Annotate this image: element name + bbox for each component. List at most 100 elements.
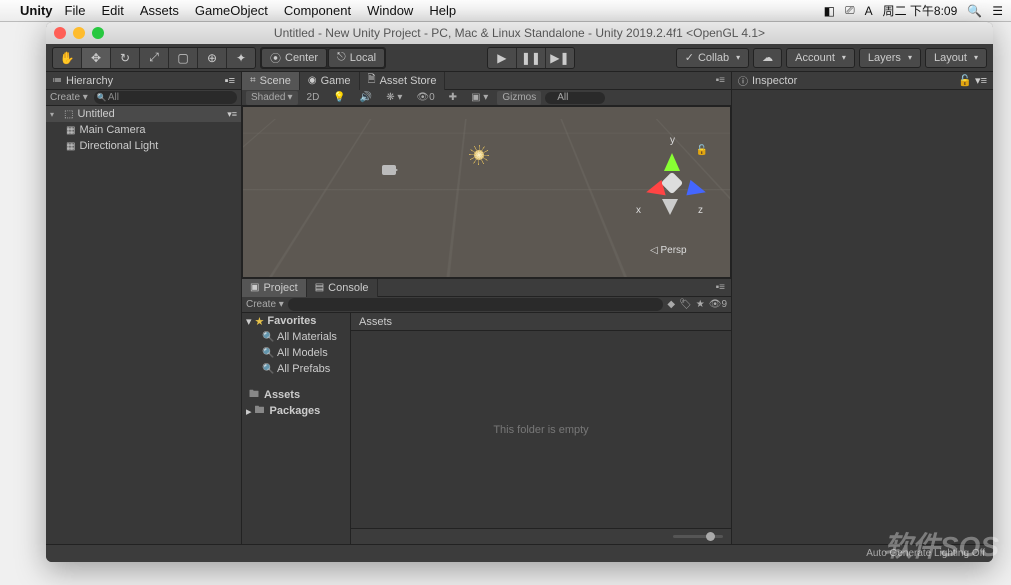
lock-icon[interactable]: 🔓 ▾≡ xyxy=(958,74,987,87)
favorite-icon[interactable]: ★ xyxy=(696,299,705,310)
scale-tool[interactable]: ⤢ xyxy=(140,48,168,68)
scene-row[interactable]: ▾ ⬚ Untitled ▾≡ xyxy=(46,106,241,122)
rotate-tool[interactable]: ↻ xyxy=(111,48,139,68)
directional-light-gizmo[interactable] xyxy=(471,147,487,163)
scene-viewport[interactable]: y x z 🔓 ◁ Persp xyxy=(242,106,731,278)
hand-tool[interactable]: ✋ xyxy=(53,48,81,68)
menu-icon[interactable]: ☰ xyxy=(992,4,1003,18)
fx-toggle[interactable]: ❋ ▾ xyxy=(381,91,407,105)
clock[interactable]: 周二 下午8:09 xyxy=(883,2,958,19)
audio-toggle[interactable]: 🔊 xyxy=(355,91,377,105)
project-tabrow: ▣Project ▤Console ▪≡ xyxy=(242,279,731,297)
assetstore-icon: 🗎 xyxy=(368,72,376,89)
inspector-header[interactable]: ⓘ Inspector 🔓 ▾≡ xyxy=(732,72,993,90)
camera-icon[interactable]: ▣ ▾ xyxy=(466,91,493,105)
favorite-item[interactable]: 🔍All Materials xyxy=(242,329,350,345)
thumbnail-size-slider[interactable] xyxy=(673,535,723,538)
favorite-item[interactable]: 🔍All Models xyxy=(242,345,350,361)
assets-breadcrumb[interactable]: Assets xyxy=(351,313,731,331)
pause-button[interactable]: ❚❚ xyxy=(517,48,545,68)
hierarchy-item[interactable]: ▦ Directional Light xyxy=(46,138,241,154)
gizmo-lock-icon[interactable]: 🔓 xyxy=(696,145,708,156)
window-titlebar[interactable]: Untitled - New Unity Project - PC, Mac &… xyxy=(46,22,993,44)
menu-component[interactable]: Component xyxy=(284,3,351,18)
tab-game[interactable]: ◉Game xyxy=(300,72,360,90)
gizmo-persp-label[interactable]: ◁ Persp xyxy=(650,245,687,256)
camera-gizmo[interactable] xyxy=(382,165,396,175)
display-icon[interactable]: ⎚ xyxy=(845,3,855,18)
search-icon: 🔍 xyxy=(262,348,274,359)
hierarchy-create-dropdown[interactable]: Create ▾ xyxy=(50,92,88,103)
menu-window[interactable]: Window xyxy=(367,3,413,18)
spotlight-icon[interactable]: 🔍 xyxy=(967,4,982,18)
lighting-toggle[interactable]: 💡 xyxy=(328,91,350,105)
unity-toolbar: ✋ ✥ ↻ ⤢ ▢ ⊕ ✦ ⦿ Center ⎋ Local ▶ ❚❚ ▶❚ ✓… xyxy=(46,44,993,72)
menu-gameobject[interactable]: GameObject xyxy=(195,3,268,18)
collab-dropdown[interactable]: ✓ Collab xyxy=(676,48,749,68)
scene-controlbar: Shaded ▾ 2D 💡 🔊 ❋ ▾ 👁0 ✚ ▣ ▾ Gizmos All xyxy=(242,90,731,106)
gizmo-z-cone[interactable] xyxy=(686,180,715,202)
play-button[interactable]: ▶ xyxy=(488,48,516,68)
pivot-local-button[interactable]: ⎋ Local xyxy=(328,48,385,68)
folder-icon: ▣ xyxy=(250,282,259,293)
hierarchy-title: Hierarchy xyxy=(66,75,113,87)
project-tree: ▾★Favorites 🔍All Materials 🔍All Models 🔍… xyxy=(242,313,351,544)
rect-tool[interactable]: ▢ xyxy=(169,48,197,68)
layout-dropdown[interactable]: Layout xyxy=(925,48,987,68)
assets-view: Assets This folder is empty xyxy=(351,313,731,544)
hierarchy-header[interactable]: ≔ Hierarchy ▪≡ xyxy=(46,72,241,90)
menu-edit[interactable]: Edit xyxy=(101,3,123,18)
move-tool[interactable]: ✥ xyxy=(82,48,110,68)
panel-menu-icon[interactable]: ▪≡ xyxy=(225,75,235,87)
tab-console[interactable]: ▤Console xyxy=(307,279,378,297)
app-name[interactable]: Unity xyxy=(20,3,53,18)
assets-folder[interactable]: 🖿Assets xyxy=(242,387,350,403)
tab-assetstore[interactable]: 🗎Asset Store xyxy=(360,72,446,90)
hierarchy-item[interactable]: ▦ Main Camera xyxy=(46,122,241,138)
scene-name: Untitled xyxy=(77,108,114,120)
lighting-status[interactable]: Auto Generate Lighting Off xyxy=(866,548,985,559)
custom-tool[interactable]: ✦ xyxy=(227,48,255,68)
expand-icon[interactable]: ▾ xyxy=(50,110,60,119)
tab-scene[interactable]: ⌗Scene xyxy=(242,72,300,90)
zoom-button[interactable] xyxy=(92,27,104,39)
search-label-icon[interactable]: 🏷 xyxy=(679,299,692,310)
search-type-icon[interactable]: ◆ xyxy=(667,299,675,310)
orientation-gizmo[interactable]: y x z 🔓 ◁ Persp xyxy=(632,127,712,237)
panel-menu-icon[interactable]: ▪≡ xyxy=(716,75,731,86)
favorite-item[interactable]: 🔍All Prefabs xyxy=(242,361,350,377)
2d-toggle[interactable]: 2D xyxy=(302,91,325,105)
pivot-center-button[interactable]: ⦿ Center xyxy=(261,48,327,68)
input-icon[interactable]: A xyxy=(865,4,873,18)
account-dropdown[interactable]: Account xyxy=(786,48,855,68)
gizmo-y-cone[interactable] xyxy=(664,145,680,171)
menu-assets[interactable]: Assets xyxy=(140,3,179,18)
layers-dropdown[interactable]: Layers xyxy=(859,48,921,68)
transform-tool[interactable]: ⊕ xyxy=(198,48,226,68)
cloud-button[interactable]: ☁ xyxy=(753,48,782,68)
gizmo-back-cone[interactable] xyxy=(662,199,678,223)
minimize-button[interactable] xyxy=(73,27,85,39)
hidden-count[interactable]: 👁9 xyxy=(709,299,727,310)
close-button[interactable] xyxy=(54,27,66,39)
tab-project[interactable]: ▣Project xyxy=(242,279,307,297)
gizmos-dropdown[interactable]: Gizmos xyxy=(497,91,541,105)
packages-folder[interactable]: ▸🖿Packages xyxy=(242,403,350,419)
project-create-dropdown[interactable]: Create ▾ xyxy=(246,299,284,310)
hierarchy-search[interactable]: All xyxy=(94,91,237,104)
menu-file[interactable]: File xyxy=(65,3,86,18)
notification-icon[interactable]: ◧ xyxy=(824,4,835,18)
menu-help[interactable]: Help xyxy=(429,3,456,18)
hierarchy-subbar: Create ▾ All xyxy=(46,90,241,106)
favorites-row[interactable]: ▾★Favorites xyxy=(242,313,350,329)
tools-icon[interactable]: ✚ xyxy=(444,91,462,105)
scene-search[interactable]: All xyxy=(545,92,605,104)
shading-dropdown[interactable]: Shaded ▾ xyxy=(246,91,298,105)
step-button[interactable]: ▶❚ xyxy=(546,48,574,68)
hidden-toggle[interactable]: 👁0 xyxy=(411,91,439,105)
panel-menu-icon[interactable]: ▪≡ xyxy=(716,282,731,293)
macos-menubar: Unity File Edit Assets GameObject Compon… xyxy=(0,0,1011,22)
project-search[interactable] xyxy=(288,298,664,311)
pivot-group: ⦿ Center ⎋ Local xyxy=(260,47,386,69)
scene-menu-icon[interactable]: ▾≡ xyxy=(227,109,237,120)
